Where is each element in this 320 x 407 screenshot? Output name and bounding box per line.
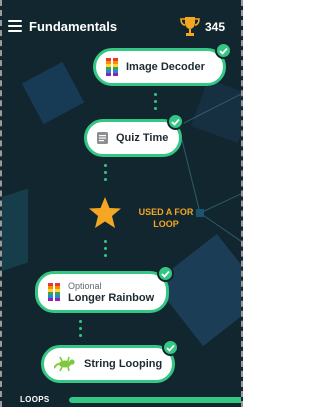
path-connector bbox=[104, 164, 107, 185]
path-connector bbox=[79, 320, 82, 341]
path-connector bbox=[154, 93, 157, 114]
lesson-label: String Looping bbox=[84, 358, 163, 370]
lesson-label: Image Decoder bbox=[126, 61, 205, 73]
trophy-icon bbox=[180, 17, 200, 36]
lesson-label: Longer Rainbow bbox=[68, 291, 155, 304]
app-header: Fundamentals 345 bbox=[2, 0, 241, 52]
path-connector bbox=[104, 240, 107, 261]
quiz-card-icon bbox=[97, 132, 108, 144]
lizard-icon bbox=[54, 356, 75, 372]
lesson-node-quiz-time[interactable]: Quiz Time bbox=[84, 113, 184, 157]
checkmark-icon bbox=[162, 339, 179, 356]
app-screen: Fundamentals 345 Image Decoder Quiz Time… bbox=[0, 0, 243, 407]
score-counter: 345 bbox=[205, 20, 226, 34]
checkmark-icon bbox=[167, 113, 184, 130]
lesson-node-image-decoder[interactable]: Image Decoder bbox=[93, 42, 232, 86]
progress-fill bbox=[69, 397, 241, 403]
lesson-text: Optional Longer Rainbow bbox=[68, 281, 154, 304]
rainbow-bars-icon bbox=[106, 58, 118, 76]
rainbow-bars-icon bbox=[48, 283, 60, 301]
star-icon[interactable] bbox=[88, 196, 122, 230]
module-progress-footer: LOOPS bbox=[2, 387, 241, 407]
lesson-node-longer-rainbow[interactable]: Optional Longer Rainbow bbox=[35, 265, 174, 313]
checkmark-icon bbox=[157, 265, 174, 282]
module-label: LOOPS bbox=[20, 395, 50, 404]
hamburger-menu-icon[interactable] bbox=[8, 20, 22, 32]
achievement-caption: USED A FOR LOOP bbox=[138, 207, 194, 229]
lesson-label: Quiz Time bbox=[116, 132, 169, 144]
lesson-node-string-looping[interactable]: String Looping bbox=[41, 339, 179, 383]
optional-label: Optional bbox=[68, 280, 102, 291]
progress-bar bbox=[69, 397, 241, 403]
page-title: Fundamentals bbox=[29, 19, 118, 34]
checkmark-icon bbox=[215, 42, 232, 59]
